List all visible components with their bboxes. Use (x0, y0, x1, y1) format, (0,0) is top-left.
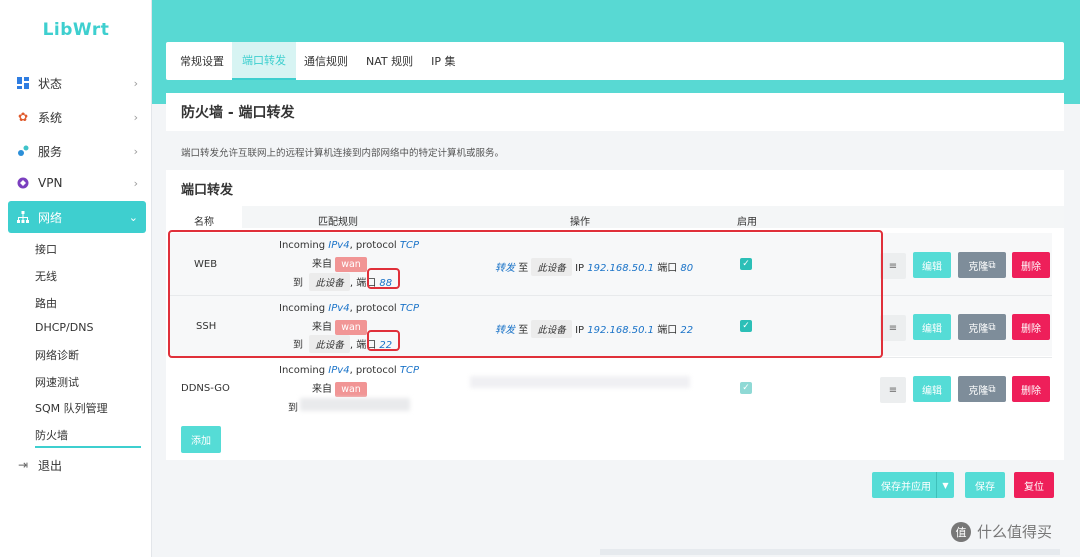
edit-button[interactable]: 编辑 (913, 314, 951, 340)
sidebar-item-vpn[interactable]: VPN › (8, 168, 146, 198)
highlight-box (168, 230, 883, 358)
active-indicator (35, 446, 141, 448)
subitem-firewall[interactable]: 防火墙 (35, 427, 68, 443)
subitem-speedtest[interactable]: 网速测试 (35, 374, 79, 390)
clone-button[interactable]: 克隆 ⧉ (958, 376, 1006, 402)
save-apply-button[interactable]: 保存并应用 ▼ (872, 472, 954, 498)
page-title: 防火墙 - 端口转发 (166, 93, 1064, 131)
sidebar-item-label: 退出 (38, 458, 63, 473)
clone-button[interactable]: 克隆 ⧉ (958, 314, 1006, 340)
subitem-diagnostics[interactable]: 网络诊断 (35, 347, 79, 363)
redacted-area (300, 398, 410, 411)
gear-icon: ✿ (17, 110, 29, 124)
match-line-3: 到 (288, 403, 298, 414)
subitem-routes[interactable]: 路由 (35, 295, 57, 311)
sidebar-item-status[interactable]: 状态 › (8, 68, 146, 98)
sidebar-item-label: 服务 (38, 144, 63, 159)
sort-handle[interactable]: ≡ (880, 315, 906, 341)
add-button[interactable]: 添加 (181, 426, 221, 453)
highlight-port-box (367, 330, 400, 351)
table-header-bg (242, 206, 1064, 228)
tab-bar: 常规设置 端口转发 通信规则 NAT 规则 IP 集 (166, 42, 1064, 80)
sidebar-item-label: 状态 (38, 76, 63, 91)
subitem-dhcp-dns[interactable]: DHCP/DNS (35, 321, 93, 334)
tab-general[interactable]: 常规设置 (180, 42, 224, 80)
save-button[interactable]: 保存 (965, 472, 1005, 498)
subitem-interfaces[interactable]: 接口 (35, 241, 57, 257)
chevron-right-icon: › (133, 176, 138, 190)
sidebar-item-label: 网络 (38, 210, 63, 225)
sidebar: LibWrt 状态 › ✿ 系统 › 服务 › VPN › 网络 ⌄ 接口 无线… (0, 0, 152, 557)
edit-button[interactable]: 编辑 (913, 376, 951, 402)
tab-port-forwards[interactable]: 端口转发 (232, 42, 296, 80)
sidebar-item-logout[interactable]: ⇥ 退出 (8, 450, 146, 480)
reset-button[interactable]: 复位 (1014, 472, 1054, 498)
subitem-sqm[interactable]: SQM 队列管理 (35, 400, 108, 416)
chevron-right-icon: › (133, 144, 138, 158)
sidebar-item-services[interactable]: 服务 › (8, 136, 146, 166)
sidebar-item-network[interactable]: 网络 ⌄ (8, 201, 146, 233)
vpn-icon (16, 176, 30, 190)
match-line-1: Incoming IPv4, protocol TCP (279, 365, 420, 376)
clone-button[interactable]: 克隆 ⧉ (958, 252, 1006, 278)
sort-handle[interactable]: ≡ (880, 253, 906, 279)
logout-icon: ⇥ (17, 458, 29, 472)
sidebar-item-label: VPN (38, 176, 63, 190)
page-description: 端口转发允许互联网上的远程计算机连接到内部网络中的特定计算机或服务。 (181, 148, 505, 159)
network-icon (16, 210, 30, 224)
section-title: 端口转发 (181, 183, 234, 198)
col-header-enabled: 启用 (737, 217, 757, 228)
sort-handle[interactable]: ≡ (880, 377, 906, 403)
edit-button[interactable]: 编辑 (913, 252, 951, 278)
services-icon (16, 144, 30, 158)
sidebar-item-label: 系统 (38, 110, 63, 125)
chevron-down-icon[interactable]: ▼ (936, 472, 954, 498)
row-name: DDNS-GO (181, 383, 230, 394)
enabled-checkbox[interactable]: ✓ (740, 382, 752, 394)
delete-button[interactable]: 删除 (1012, 252, 1050, 278)
highlight-port-box (367, 268, 400, 289)
col-header-match: 匹配规则 (318, 217, 358, 228)
col-header-action: 操作 (570, 217, 590, 228)
header-bar (152, 0, 1080, 34)
col-header-name: 名称 (194, 217, 214, 228)
match-line-2: 来自 wan (312, 380, 367, 397)
footer-text-faint (600, 549, 1060, 555)
chevron-down-icon: ⌄ (128, 210, 138, 224)
subitem-wireless[interactable]: 无线 (35, 268, 57, 284)
dashboard-icon (16, 76, 30, 90)
redacted-area (470, 376, 690, 388)
tab-traffic-rules[interactable]: 通信规则 (304, 42, 348, 80)
brand-logo: LibWrt (42, 20, 110, 40)
chevron-right-icon: › (133, 110, 138, 124)
sidebar-item-system[interactable]: ✿ 系统 › (8, 102, 146, 132)
watermark: 值 什么值得买 (951, 521, 1052, 542)
zone-badge: wan (335, 382, 367, 397)
delete-button[interactable]: 删除 (1012, 314, 1050, 340)
chevron-right-icon: › (133, 76, 138, 90)
tab-nat-rules[interactable]: NAT 规则 (366, 42, 413, 80)
watermark-badge: 值 (951, 521, 971, 542)
tab-ipsets[interactable]: IP 集 (431, 42, 455, 80)
delete-button[interactable]: 删除 (1012, 376, 1050, 402)
